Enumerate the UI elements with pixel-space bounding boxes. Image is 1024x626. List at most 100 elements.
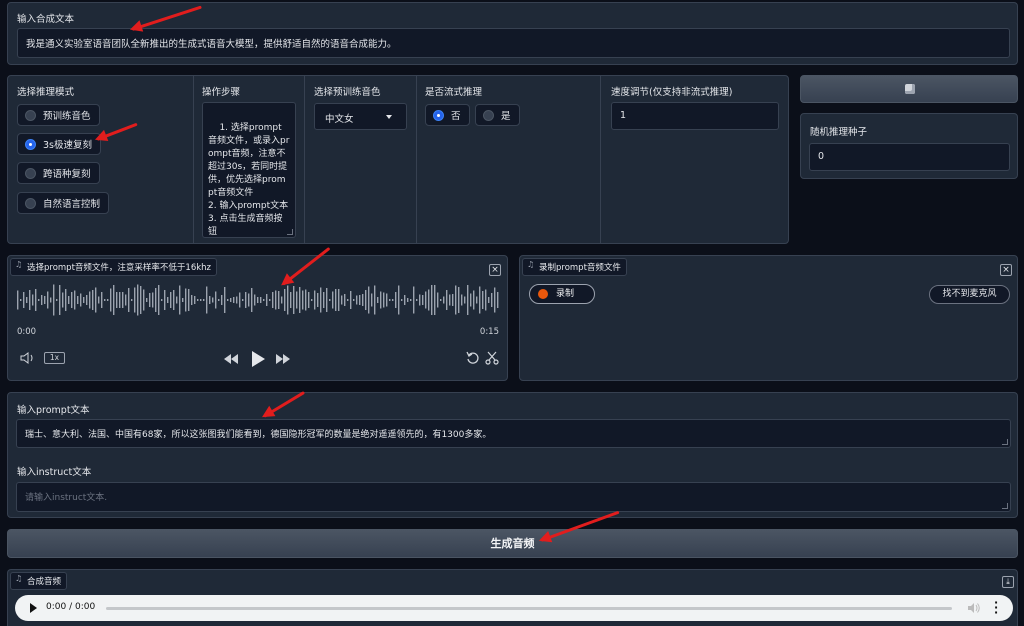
prompt-audio-upload-panel: ♫ 选择prompt音频文件，注意采样率不低于16khz × 0:00 0:15… — [7, 255, 508, 381]
waveform-bar — [272, 292, 274, 308]
waveform-bar — [68, 296, 70, 304]
radio-off-icon — [483, 109, 494, 121]
waveform-bar — [23, 292, 25, 308]
waveform[interactable] — [16, 280, 500, 320]
fast-forward-icon[interactable] — [275, 353, 291, 365]
mode-option-cross-lingual[interactable]: 跨语种复刻 — [17, 162, 100, 184]
voice-dropdown[interactable]: 中文女 — [314, 103, 407, 130]
waveform-bar — [38, 299, 40, 301]
waveform-bar — [182, 298, 184, 302]
seed-input[interactable]: 0 — [809, 143, 1010, 171]
resize-handle-icon[interactable] — [287, 229, 293, 235]
mode-option-instruct[interactable]: 自然语言控制 — [17, 192, 110, 214]
waveform-bar — [284, 289, 286, 311]
waveform-bar — [350, 291, 352, 309]
volume-icon[interactable] — [20, 352, 36, 364]
waveform-bar — [206, 286, 208, 314]
prompt-text-panel: 输入prompt文本 瑞士、意大利、法国、中国有68家，所以这张图我们能看到，德… — [7, 392, 1018, 518]
voice-selected: 中文女 — [325, 114, 354, 125]
random-seed-button[interactable] — [800, 75, 1018, 103]
instruct-input[interactable]: 请输入instruct文本. — [16, 482, 1011, 512]
rewind-icon[interactable] — [223, 353, 239, 365]
waveform-bar — [362, 294, 364, 306]
reset-icon[interactable] — [466, 351, 480, 365]
waveform-bar — [326, 288, 328, 312]
mode-option-label: 预训练音色 — [43, 111, 91, 122]
radio-on-icon — [433, 109, 444, 121]
mode-option-3s-clone[interactable]: 3s极速复刻 — [17, 133, 101, 155]
play-icon[interactable] — [30, 603, 37, 613]
waveform-bar — [164, 290, 166, 310]
waveform-bar — [170, 292, 172, 308]
volume-icon[interactable] — [967, 602, 981, 614]
download-icon[interactable]: ⤓ — [1002, 576, 1014, 588]
divider — [193, 75, 194, 243]
speed-input[interactable]: 1 — [611, 102, 779, 130]
synth-text-panel: 输入合成文本 我是通义实验室语音团队全新推出的生成式语音大模型，提供舒适自然的语… — [7, 2, 1018, 65]
waveform-bar — [275, 290, 277, 310]
waveform-bar — [251, 288, 253, 312]
more-options-icon[interactable]: · · · — [994, 597, 998, 618]
waveform-bar — [197, 299, 199, 301]
upload-tag: ♫ 选择prompt音频文件，注意采样率不低于16khz — [10, 258, 218, 276]
waveform-bar — [56, 299, 58, 301]
waveform-bar — [335, 289, 337, 311]
waveform-bar — [410, 299, 412, 301]
waveform-bar — [209, 296, 211, 304]
waveform-bar — [458, 287, 460, 313]
waveform-bar — [245, 292, 247, 308]
waveform-bar — [236, 296, 238, 304]
waveform-bar — [386, 293, 388, 307]
prompt-text-input[interactable]: 瑞士、意大利、法国、中国有68家，所以这张图我们能看到，德国隐形冠军的数量是绝对… — [16, 419, 1011, 448]
music-note-icon: ♫ — [15, 260, 23, 269]
waveform-bar — [440, 299, 442, 301]
steps-text[interactable]: 1. 选择prompt音频文件，或录入prompt音频，注意不超过30s，若同时… — [202, 102, 296, 238]
generate-audio-button[interactable]: 生成音频 — [7, 529, 1018, 558]
divider — [304, 75, 305, 243]
resize-handle-icon[interactable] — [1002, 439, 1008, 445]
progress-bar[interactable] — [106, 607, 952, 610]
waveform-bar — [224, 287, 226, 313]
synth-text-input[interactable]: 我是通义实验室语音团队全新推出的生成式语音大模型，提供舒适自然的语音合成能力。 — [17, 28, 1010, 58]
record-button[interactable]: 录制 — [529, 284, 595, 304]
steps-label: 操作步骤 — [202, 87, 241, 98]
waveform-bar — [308, 292, 310, 308]
waveform-bar — [167, 297, 169, 303]
music-note-icon: ♫ — [15, 574, 23, 583]
waveform-bar — [29, 290, 31, 310]
stream-option-no[interactable]: 否 — [425, 104, 470, 126]
waveform-bar — [293, 286, 295, 314]
waveform-bar — [389, 299, 391, 301]
playback-rate-button[interactable]: 1x — [44, 352, 65, 364]
seed-panel: 随机推理种子 0 — [800, 113, 1018, 179]
waveform-bar — [254, 294, 256, 306]
waveform-bar — [374, 285, 376, 315]
waveform-bar — [239, 292, 241, 308]
speed-label: 速度调节(仅支持非流式推理) — [611, 87, 733, 98]
waveform-bar — [107, 299, 109, 301]
close-icon[interactable]: × — [1000, 264, 1012, 276]
time-start: 0:00 — [17, 327, 37, 337]
waveform-bar — [20, 299, 22, 301]
waveform-bar — [431, 285, 433, 315]
close-icon[interactable]: × — [489, 264, 501, 276]
waveform-bar — [329, 299, 331, 301]
play-icon[interactable] — [251, 350, 266, 368]
waveform-bar — [485, 289, 487, 311]
waveform-bar — [221, 295, 223, 305]
waveform-bar — [425, 291, 427, 309]
divider — [600, 75, 601, 243]
waveform-bar — [497, 292, 499, 308]
waveform-bar — [227, 299, 229, 301]
waveform-bar — [128, 288, 130, 312]
mic-not-found-button[interactable]: 找不到麦克风 — [929, 285, 1010, 304]
trim-scissors-icon[interactable] — [485, 351, 499, 365]
waveform-bar — [404, 295, 406, 305]
mode-option-pretrained[interactable]: 预训练音色 — [17, 104, 100, 126]
waveform-bar — [290, 292, 292, 308]
resize-handle-icon[interactable] — [1002, 503, 1008, 509]
stream-option-yes[interactable]: 是 — [475, 104, 520, 126]
voice-label: 选择预训练音色 — [314, 87, 381, 98]
waveform-bar — [47, 291, 49, 309]
output-tag-label: 合成音频 — [27, 577, 62, 587]
